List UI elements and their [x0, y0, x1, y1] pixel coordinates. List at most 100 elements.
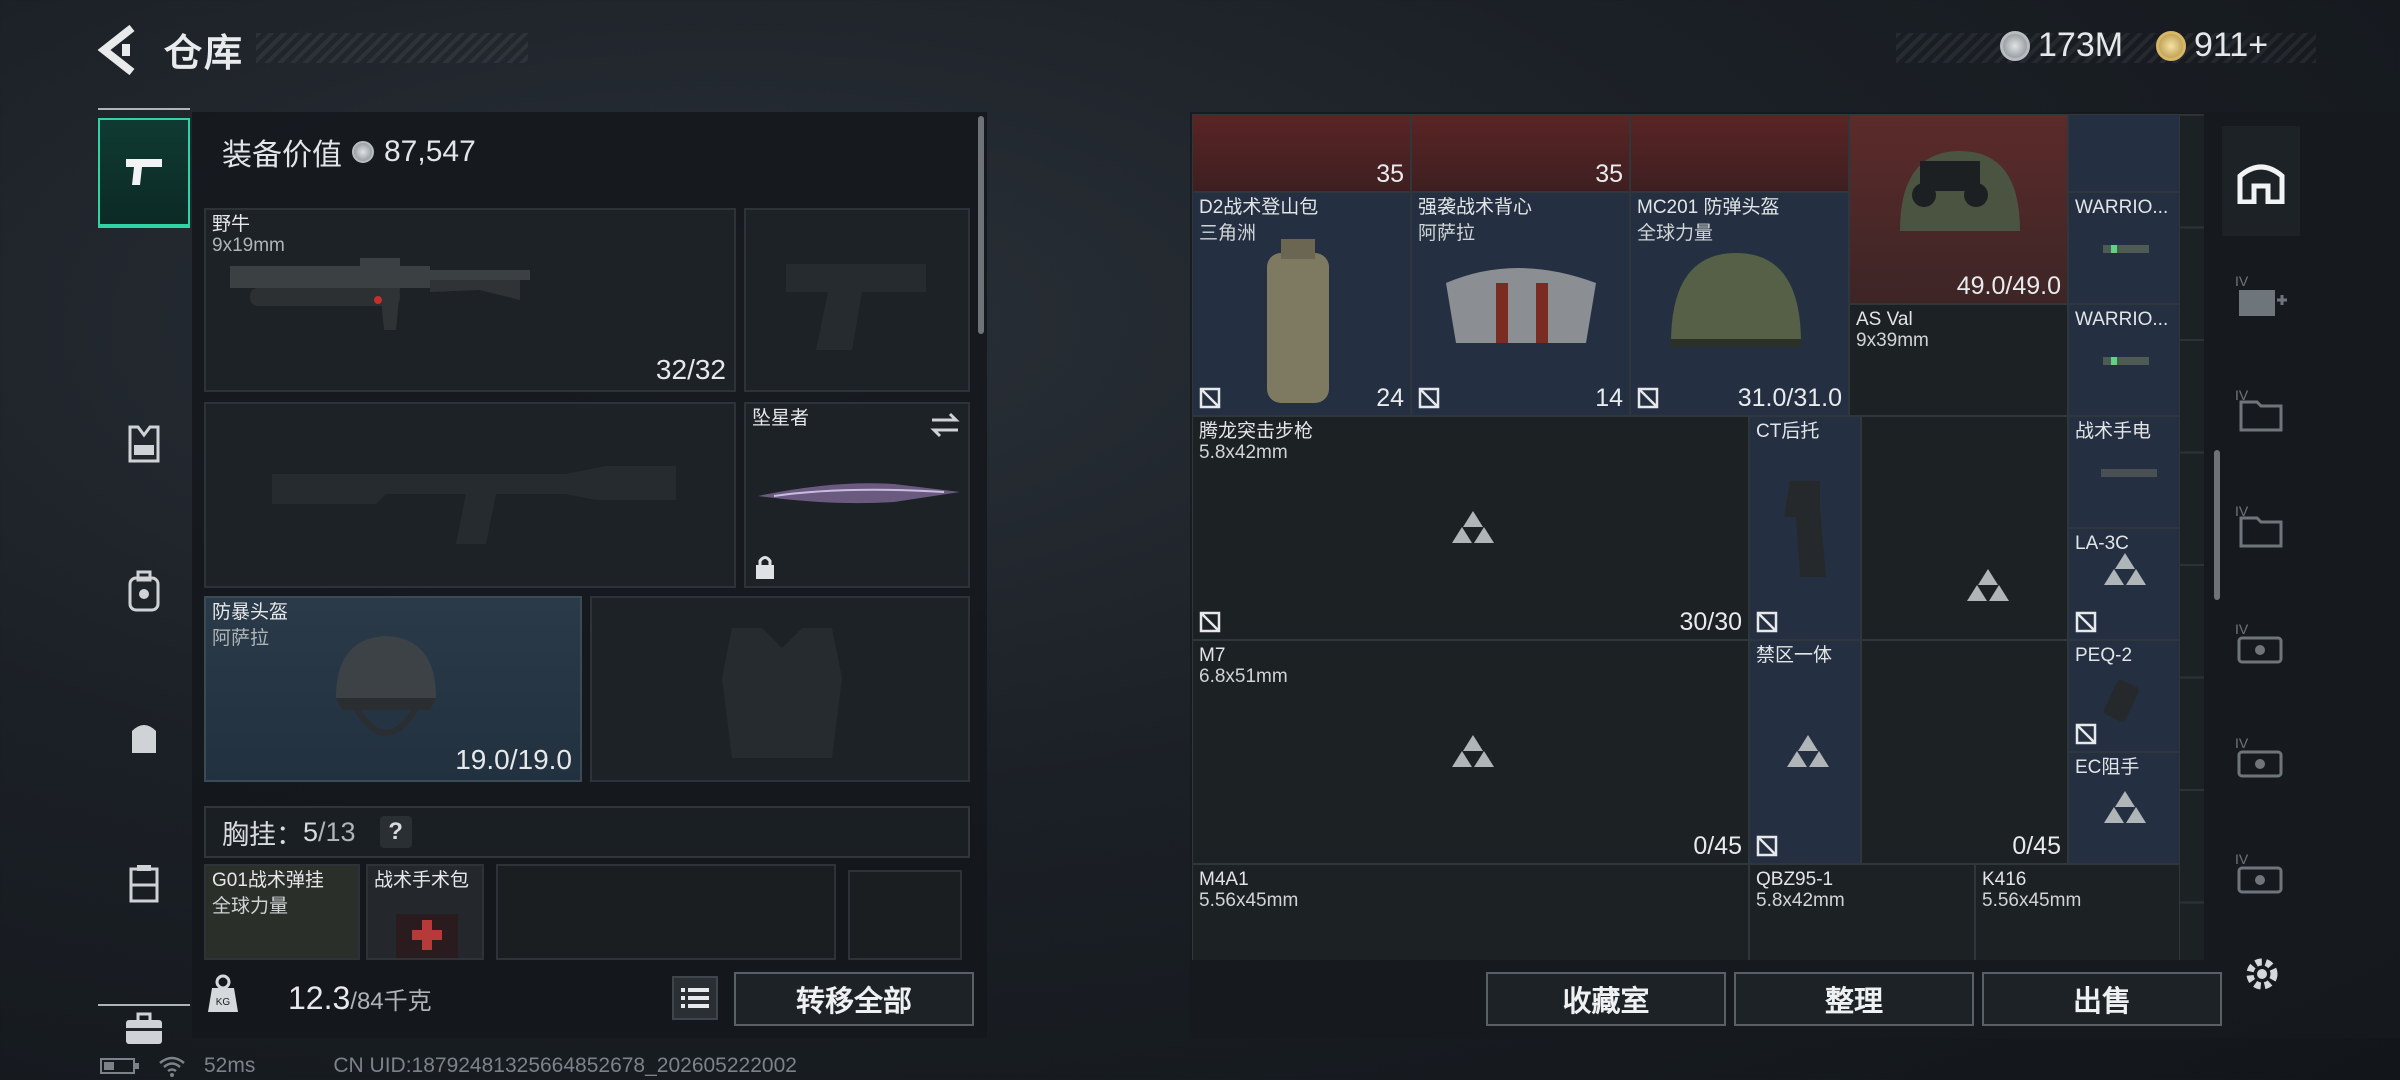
armor-slot[interactable] [590, 596, 970, 782]
item-ammo: 30/30 [1679, 608, 1742, 636]
settings-gear-icon[interactable] [2240, 952, 2284, 996]
melee-name: 坠星者 [752, 408, 810, 429]
container-icon [129, 865, 159, 903]
laser-device-image [2103, 679, 2139, 722]
helmet-slot[interactable]: 防暴头盔 阿萨拉 19.0/19.0 [204, 596, 582, 782]
helmet-brand: 阿萨拉 [212, 628, 270, 649]
flashlight-image [2101, 469, 2157, 477]
primary-weapon-slot[interactable]: 野牛 9x19mm 32/32 [204, 208, 736, 392]
rig-item-name: G01战术弹挂 [212, 870, 324, 891]
item-brand: 阿萨拉 [1418, 223, 1476, 244]
category-weapons[interactable] [98, 118, 190, 228]
tab-storage-5[interactable]: IV [2222, 702, 2300, 812]
rig-item[interactable]: 战术手术包 [366, 864, 484, 960]
sidearm-slot[interactable] [744, 208, 970, 392]
storage-item[interactable]: 35 [1411, 114, 1630, 192]
attachment-image [2103, 357, 2149, 365]
storage-item[interactable]: CT后托 [1749, 416, 1861, 640]
case-tab-icon: IV [2235, 735, 2283, 778]
storage-item[interactable]: 禁区一体 [1749, 640, 1861, 864]
header-decoration [256, 33, 528, 63]
category-backpack[interactable] [98, 536, 190, 646]
help-button[interactable]: ? [379, 816, 412, 848]
category-bag[interactable] [98, 682, 190, 792]
storage-scrollbar[interactable] [2214, 450, 2220, 600]
rig-empty-slot[interactable] [496, 864, 836, 960]
storage-item[interactable]: M4A1 5.56x45mm [1192, 864, 1749, 960]
storage-grid: 35 35 49.0/49.0 D2战术登山包 三角洲 24 强袭战术背心 阿萨… [1192, 114, 2204, 960]
storage-item[interactable] [2068, 114, 2180, 192]
item-name: M7 [1199, 645, 1226, 666]
item-name: 腾龙突击步枪 [1199, 421, 1314, 442]
chest-rig-total: /13 [318, 816, 356, 847]
storage-item[interactable] [1861, 416, 2068, 640]
storage-item[interactable]: D2战术登山包 三角洲 24 [1192, 192, 1411, 416]
folder-tab-icon: IV [2235, 387, 2283, 432]
currency-tekniq[interactable]: 173M [2000, 26, 2123, 65]
svg-text:KG: KG [216, 997, 231, 1008]
rig-item[interactable]: G01战术弹挂 全球力量 [204, 864, 360, 960]
nvg-helmet-image [1900, 151, 2020, 231]
back-button[interactable] [96, 22, 140, 78]
tab-storage-4[interactable]: IV [2222, 588, 2300, 698]
item-name: CT后托 [1756, 421, 1820, 442]
placeholder-triangle-icon [2104, 553, 2146, 585]
item-brand: 三角洲 [1199, 223, 1257, 244]
item-name: QBZ95-1 [1756, 869, 1834, 890]
placeholder-triangle-icon [1452, 511, 1494, 543]
item-durability: 31.0/31.0 [1737, 384, 1842, 412]
transfer-all-button[interactable]: 转移全部 [734, 972, 974, 1026]
chevron-left-icon [97, 24, 135, 76]
storage-item[interactable]: 49.0/49.0 [1849, 114, 2068, 304]
tab-storage-3[interactable]: IV [2222, 470, 2300, 580]
category-container[interactable] [98, 828, 190, 938]
loadout-scrollbar[interactable] [978, 116, 984, 334]
currency-premium[interactable]: 911+ [2156, 26, 2268, 65]
item-capacity: 24 [1376, 384, 1404, 412]
collection-room-button[interactable]: 收藏室 [1486, 972, 1726, 1026]
storage-item[interactable]: EC阻手 [2068, 752, 2180, 864]
storage-item[interactable]: K416 5.56x45mm [1975, 864, 2180, 960]
secondary-weapon-slot[interactable] [204, 402, 736, 588]
stock-image [1784, 481, 1826, 577]
folder-tab-icon: IV [2235, 503, 2283, 548]
currency-value: 173M [2038, 26, 2124, 64]
equip-value: 装备价值 87,547 [222, 130, 476, 174]
user-uid: CN UID:18792481325664852678_202605222002 [333, 1054, 797, 1077]
item-caliber: 5.8x42mm [1756, 890, 1845, 911]
melee-slot[interactable]: 坠星者 [744, 402, 970, 588]
equip-value-label: 装备价值 [222, 139, 342, 172]
ping-value: 52ms [204, 1054, 256, 1077]
rig-item-brand: 全球力量 [212, 896, 289, 917]
storage-item[interactable]: 35 [1192, 114, 1411, 192]
storage-item[interactable]: MC201 防弹头盔 全球力量 31.0/31.0 [1630, 192, 1849, 416]
swap-icon[interactable] [930, 412, 960, 438]
rig-empty-slot[interactable] [848, 870, 962, 960]
storage-item[interactable]: WARRIO... [2068, 304, 2180, 416]
sell-button[interactable]: 出售 [1982, 972, 2222, 1026]
tab-armory[interactable] [2222, 126, 2300, 236]
chest-rig-image [1446, 268, 1596, 343]
storage-item[interactable]: 战术手电 [2068, 416, 2180, 528]
storage-item[interactable]: LA-3C [2068, 528, 2180, 640]
item-name: PEQ-2 [2075, 645, 2133, 666]
storage-item[interactable]: PEQ-2 [2068, 640, 2180, 752]
category-armor[interactable] [98, 388, 190, 498]
armory-icon [2237, 164, 2285, 204]
tab-storage-6[interactable]: IV [2222, 818, 2300, 928]
storage-item[interactable]: 强袭战术背心 阿萨拉 14 [1411, 192, 1630, 416]
list-view-button[interactable] [672, 976, 718, 1020]
bag-icon [132, 725, 156, 753]
storage-item[interactable]: 腾龙突击步枪 5.8x42mm 30/30 [1192, 416, 1749, 640]
storage-item[interactable]: AS Val 9x39mm [1849, 304, 2068, 416]
helmet-name: 防暴头盔 [212, 602, 289, 623]
sort-button[interactable]: 整理 [1734, 972, 1974, 1026]
tab-storage-2[interactable]: IV [2222, 354, 2300, 464]
storage-item[interactable]: WARRIO... [2068, 192, 2180, 304]
tab-storage-1[interactable]: IV [2222, 240, 2300, 350]
item-name: WARRIO... [2075, 309, 2169, 330]
storage-item[interactable]: M7 6.8x51mm 0/45 [1192, 640, 1749, 864]
storage-item[interactable]: QBZ95-1 5.8x42mm [1749, 864, 1975, 960]
storage-item[interactable] [1630, 114, 1849, 192]
storage-item[interactable]: 0/45 [1861, 640, 2068, 864]
